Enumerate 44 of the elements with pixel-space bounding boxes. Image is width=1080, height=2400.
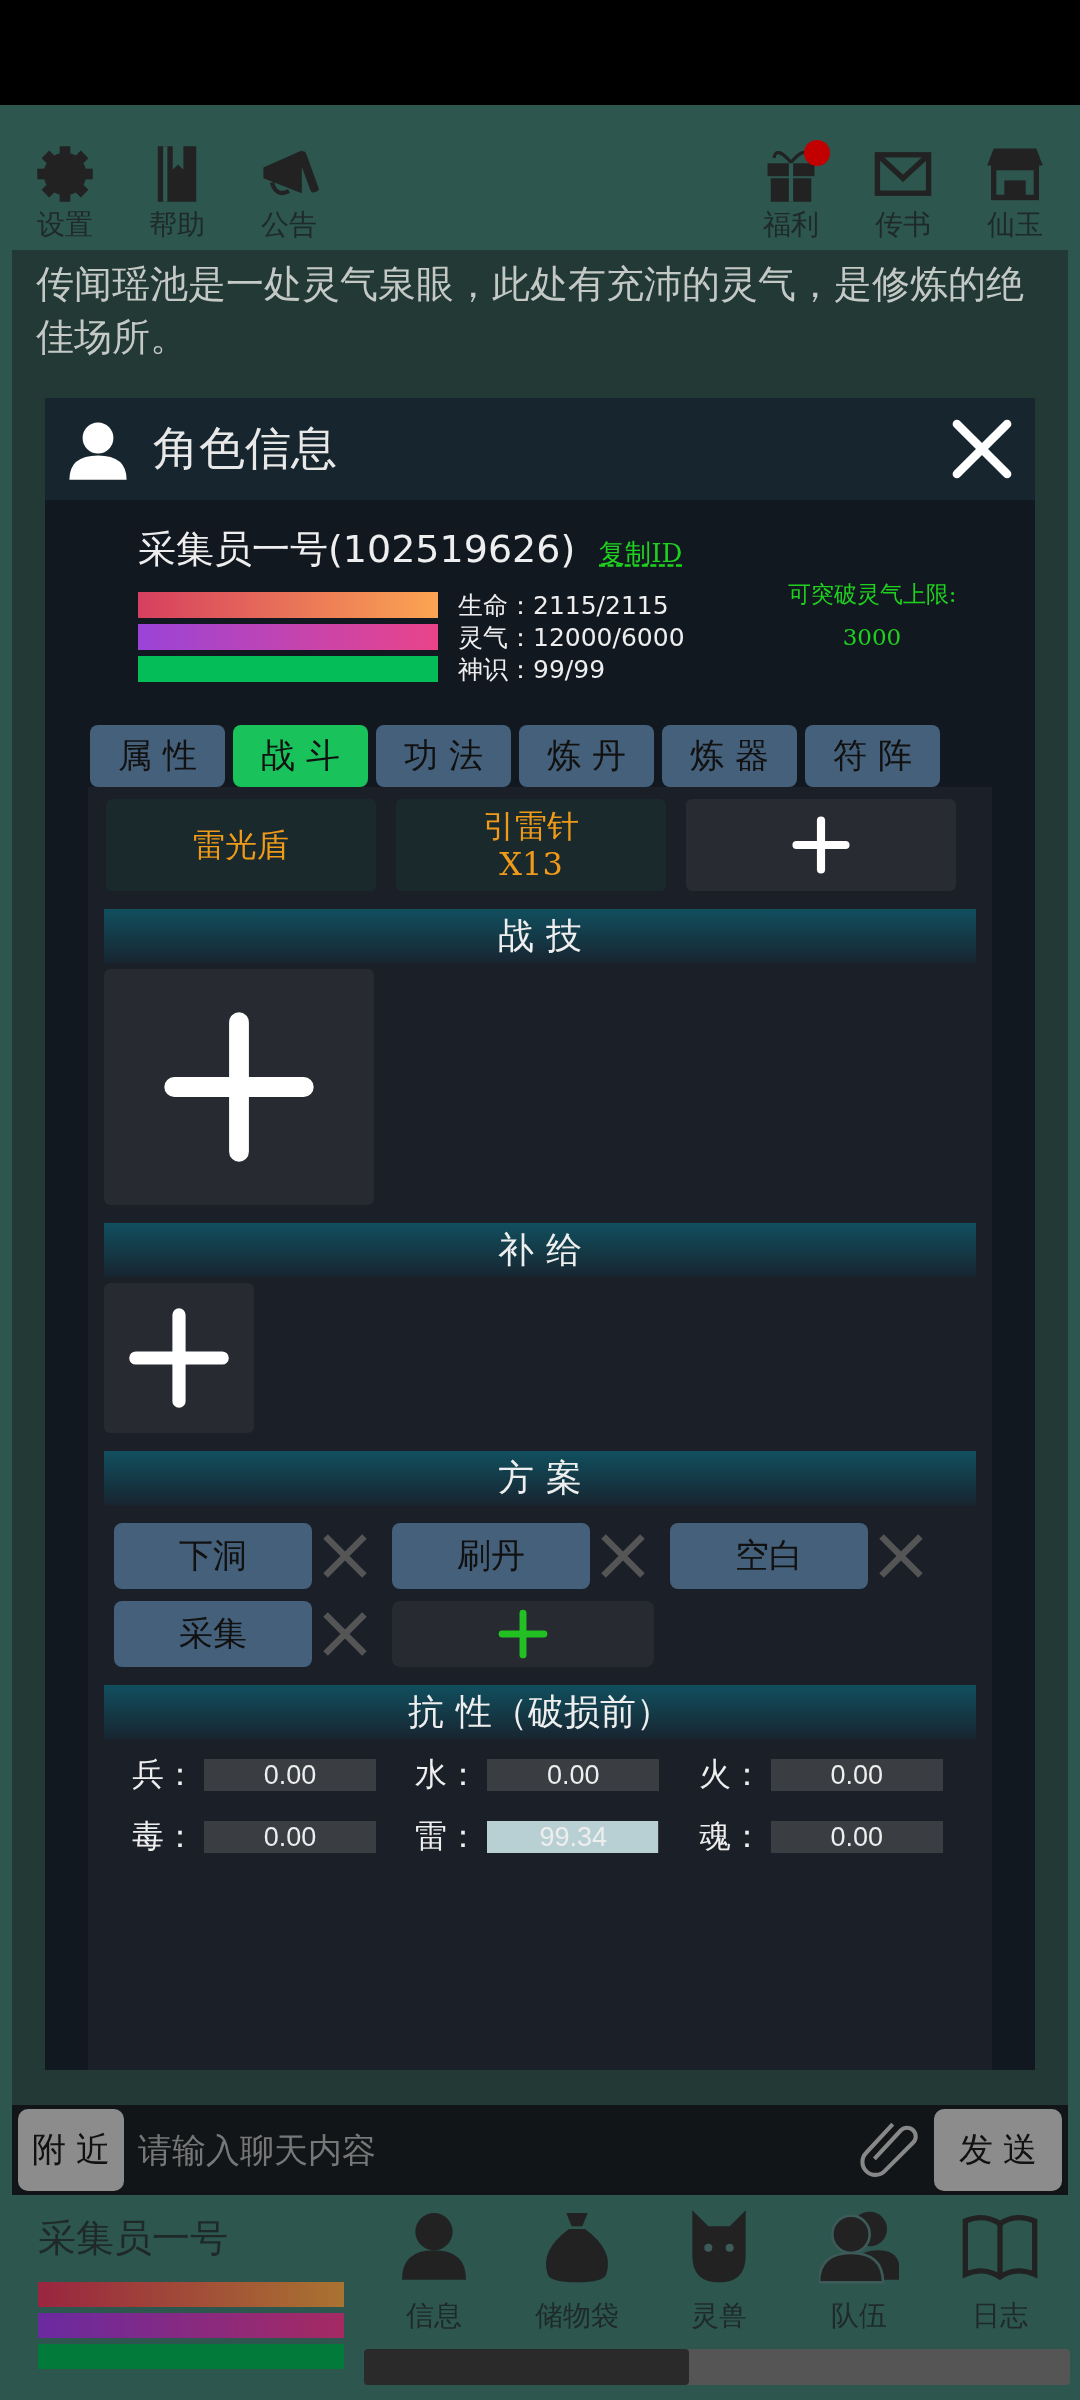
stat-label: 灵气：12000/6000 — [458, 621, 685, 654]
resistance-label: 兵： — [131, 1754, 196, 1795]
resistance-label: 魂： — [697, 1816, 763, 1857]
section-header: 补 给 — [104, 1223, 976, 1277]
channel-button[interactable]: 附 近 — [18, 2109, 124, 2191]
resistance-value: 0.00 — [829, 1821, 884, 1853]
chat-input[interactable]: 请输入聊天内容 — [136, 2114, 842, 2186]
section-header: 抗 性（破损前） — [104, 1685, 976, 1739]
add-skill-button[interactable] — [104, 969, 374, 1205]
stat-label: 生命：2115/2115 — [458, 589, 669, 622]
resistance-label: 毒： — [131, 1816, 196, 1857]
intro-text: 传闻瑶池是一处灵气泉眼，此处有充沛的灵气，是修炼的绝佳场所。 — [36, 261, 1025, 362]
add-supply-button[interactable] — [104, 1283, 254, 1433]
breakthrough-label: 可突破灵气上限: — [787, 580, 957, 609]
equipment-slot[interactable]: 雷光盾 — [106, 799, 376, 891]
add-plan-button[interactable] — [392, 1601, 654, 1667]
send-button[interactable]: 发 送 — [934, 2109, 1062, 2191]
tab[interactable]: 符 阵 — [805, 725, 940, 787]
plan-button[interactable]: 下洞 — [114, 1523, 312, 1589]
player-name: 采集员一号(102519626) — [138, 526, 576, 573]
resistance-label: 火： — [697, 1754, 763, 1795]
add-slot-button[interactable] — [686, 799, 956, 891]
dialog-title: 角色信息 — [153, 420, 338, 477]
plan-button[interactable]: 采集 — [114, 1601, 312, 1667]
copy-id-link[interactable]: 复制ID — [599, 536, 683, 571]
section-header: 战 技 — [104, 909, 976, 963]
plan-button[interactable]: 刷丹 — [392, 1523, 590, 1589]
stat-label: 神识：99/99 — [458, 653, 606, 686]
resistance-value: 0.00 — [546, 1759, 601, 1791]
chat-bar[interactable]: 附 近 请输入聊天内容 发 送 — [12, 2105, 1068, 2195]
tab[interactable]: 功 法 — [376, 725, 511, 787]
resistance-label: 水： — [414, 1754, 480, 1795]
tab[interactable]: 炼 丹 — [519, 725, 654, 787]
tab[interactable]: 炼 器 — [662, 725, 797, 787]
resistance-label: 雷： — [414, 1816, 480, 1857]
section-header: 方 案 — [104, 1451, 976, 1505]
plan-button[interactable]: 空白 — [670, 1523, 868, 1589]
resistance-value: 0.00 — [262, 1759, 318, 1791]
resistance-value: 0.00 — [262, 1821, 318, 1853]
tab[interactable]: 战 斗 — [233, 725, 368, 787]
resistance-value: 0.00 — [829, 1759, 884, 1791]
equipment-slot[interactable]: 引雷针 X13 — [396, 799, 666, 891]
tab[interactable]: 属 性 — [90, 725, 225, 787]
breakthrough-value: 3000 — [842, 624, 902, 650]
